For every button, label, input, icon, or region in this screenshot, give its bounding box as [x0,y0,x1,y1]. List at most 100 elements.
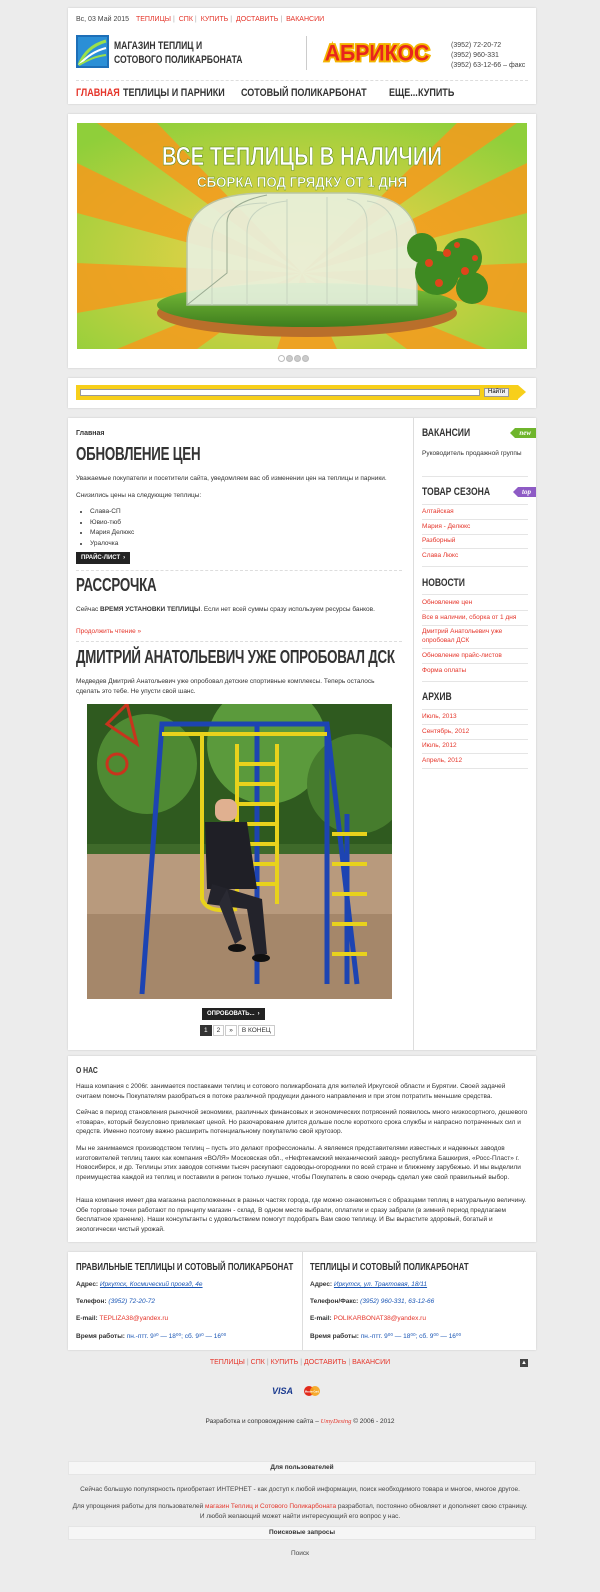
page-2[interactable]: 2 [212,1025,225,1036]
article-text: Медведев Дмитрий Анатольевич уже опробов… [76,678,375,695]
archive-item[interactable]: Апрель, 2012 [422,756,529,765]
page-next[interactable]: » [225,1025,237,1036]
top-link-spk[interactable]: СПК [179,16,193,23]
brand-name: АБРИКОС [325,40,430,65]
users-title: Для пользователей [68,1461,536,1475]
list-item: Слава-СП [90,507,134,518]
sidebar-vacancy-text[interactable]: Руководитель продажной группы [422,449,527,458]
address-link[interactable]: Иркутск, ул. Трактовая, 18/11 [334,1281,427,1288]
about-paragraph: Сейчас в период становления рыночной эко… [76,1109,528,1136]
news-item[interactable]: Обновление цен [422,598,529,607]
divider [422,610,528,611]
header-divider [306,36,307,70]
main-nav: ГЛАВНАЯ ТЕПЛИЦЫ И ПАРНИКИ СОТОВЫЙ ПОЛИКА… [76,87,454,99]
page-last[interactable]: В КОНЕЦ [237,1025,275,1036]
banner-image[interactable]: ВСЕ ТЕПЛИЦЫ В НАЛИЧИИ СБОРКА ПОД ГРЯДКУ … [77,123,527,349]
brand-logo[interactable]: АБРИКОС АБРИКОС [318,38,436,66]
breadcrumb[interactable]: Главная [76,430,104,437]
price-list-button-label: ПРАЙС-ЛИСТ [81,555,121,561]
pagination: 1 2» В КОНЕЦ [200,1025,276,1036]
search-section: Найти [68,378,536,408]
season-item-altai[interactable]: Алтайская [422,507,529,516]
sidebar-news-title[interactable]: НОВОСТИ [422,577,465,589]
try-button[interactable]: ОПРОБОВАТЬ... › [202,1008,265,1020]
top-link-buy[interactable]: КУПИТЬ [201,16,229,23]
phone-1: (3952) 72-20-72 [451,42,502,49]
news-item[interactable]: Дмитрий Анатольевич уже опробовал ДСК [422,627,529,645]
footer-link-spk[interactable]: СПК [251,1359,265,1366]
store-hours: Время работы: пн.-птт. 9³⁰ — 18⁰⁰; сб. 9… [76,1333,227,1340]
nav-greenhouses[interactable]: ТЕПЛИЦЫ И ПАРНИКИ [123,87,225,99]
search-link[interactable]: Поиск [70,1549,530,1559]
nav-home[interactable]: ГЛАВНАЯ [76,87,120,99]
read-more-link[interactable]: Продолжить чтение » [76,627,408,637]
sidebar-archive-title[interactable]: АРХИВ [422,691,452,703]
email-link[interactable]: POLIKARBONAT38@yandex.ru [333,1315,425,1322]
store-title: ТЕПЛИЦЫ И СОТОВЫЙ ПОЛИКАРБОНАТ [310,1262,469,1273]
nav-buy[interactable]: КУПИТЬ [418,87,454,99]
archive-item[interactable]: Июль, 2012 [422,741,529,750]
email-link[interactable]: TEPLIZA38@yandex.ru [99,1315,168,1322]
page-1[interactable]: 1 [200,1025,212,1036]
season-item-maria[interactable]: Мария - Делюкс [422,522,529,531]
nav-polycarbonate[interactable]: СОТОВЫЙ ПОЛИКАРБОНАТ [241,87,367,99]
address-link[interactable]: Иркутск, Космический проезд, 4е [100,1281,203,1288]
season-item-slava[interactable]: Слава Люкс [422,551,529,560]
article-photo[interactable] [87,704,392,999]
top-link-deliver[interactable]: ДОСТАВИТЬ [236,16,278,23]
users-text: Для упрощения работы для пользователей м… [72,1503,528,1520]
store-address: Адрес: Иркутск, Космический проезд, 4е [76,1281,203,1288]
divider [76,570,402,571]
top-link-vacancies[interactable]: ВАКАНСИИ [286,16,324,23]
price-list-button[interactable]: ПРАЙС-ЛИСТ › [76,552,131,564]
search-button[interactable]: Найти [484,388,510,397]
about-paragraph: Наша компания с 2006г. занимается постав… [76,1083,506,1100]
news-item[interactable]: Обновление прайс-листов [422,651,529,660]
phone-2: (3952) 960-331 [451,52,499,59]
top-link-greenhouses[interactable]: ТЕПЛИЦЫ [136,16,171,23]
shop-link[interactable]: магазин Теплиц и Сотового Поликарбоната [205,1503,336,1510]
current-date: Вс, 03 Май 2015 [76,16,130,23]
footer-link-buy[interactable]: КУПИТЬ [271,1359,299,1366]
season-item-collapsible[interactable]: Разборный [422,536,529,545]
store-email: E-mail: POLIKARBONAT38@yandex.ru [310,1315,426,1322]
sidebar-season-title[interactable]: ТОВАР СЕЗОНА [422,486,490,498]
developer-link[interactable]: UmyDesing [321,1418,352,1425]
footer-link-deliver[interactable]: ДОСТАВИТЬ [304,1359,346,1366]
news-item[interactable]: Все в наличии, сборка от 1 дня [422,613,529,622]
slider-dot[interactable] [286,355,293,362]
divider [422,681,528,682]
slider-dot[interactable] [294,355,301,362]
article-text: Снизились цены на следующие теплицы: [76,492,202,499]
divider [422,663,528,664]
phone-fax: (3952) 63-12-66 – факс [451,62,526,69]
price-list: Слава-СП Ювио-тюб Мария Делюкс Уралочка [90,507,134,549]
divider [422,724,528,725]
logo-text[interactable]: МАГАЗИН ТЕПЛИЦ И СОТОВОГО ПОЛИКАРБОНАТА [114,39,243,67]
archive-item[interactable]: Июль, 2013 [422,712,529,721]
article-title-installment[interactable]: РАССРОЧКА [76,575,157,596]
chevron-right-icon: › [257,1011,260,1017]
article-title-dsk[interactable]: ДМИТРИЙ АНАТОЛЬЕВИЧ УЖЕ ОПРОБОВАЛ ДСК [76,647,395,668]
top-bar: Вс, 03 Май 2015 ТЕПЛИЦЫ | СПК | КУПИТЬ | ДО… [76,16,325,23]
footer-link-greenhouses[interactable]: ТЕПЛИЦЫ [210,1359,245,1366]
search-input[interactable] [80,389,480,396]
scroll-top-icon[interactable]: ▲ [520,1359,528,1367]
slider-dot[interactable] [278,355,285,362]
chevron-right-icon: › [123,555,126,561]
logo-icon[interactable] [76,35,109,68]
banner-subline: СБОРКА ПОД ГРЯДКУ ОТ 1 ДНЯ [197,174,407,191]
sidebar-vacancies-title[interactable]: ВАКАНСИИ [422,427,470,439]
news-item[interactable]: Форма оплаты [422,666,529,675]
slider-dot[interactable] [302,355,309,362]
article-title-price-update[interactable]: ОБНОВЛЕНИЕ ЦЕН [76,444,201,465]
nav-more[interactable]: ЕЩЕ... [389,87,418,99]
divider [422,768,528,769]
list-item: Ювио-тюб [90,518,134,529]
about-paragraph: Мы не занимаемся производством теплиц – … [76,1145,521,1181]
archive-item[interactable]: Сентябрь, 2012 [422,727,529,736]
queries-title: Поисковые запросы [68,1526,536,1540]
list-item: Уралочка [90,539,134,550]
slider-dots [278,355,310,364]
footer-link-vacancies[interactable]: ВАКАНСИИ [352,1359,390,1366]
